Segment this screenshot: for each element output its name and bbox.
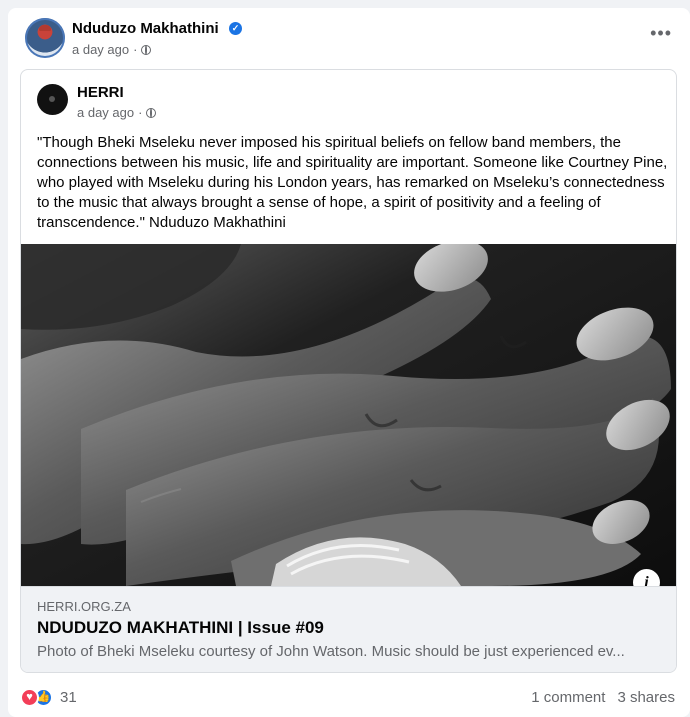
avatar-hat-shape — [39, 25, 51, 31]
reaction-count[interactable]: 31 — [60, 689, 77, 706]
globe-icon — [141, 44, 152, 55]
shared-post: HERRI a day ago · "Though Bheki Mseleku … — [20, 69, 677, 673]
verified-badge-icon: ✓ — [229, 22, 242, 35]
reactions-summary[interactable]: ♥ 👍 31 — [20, 687, 77, 707]
shared-post-timestamp[interactable]: a day ago — [77, 105, 134, 120]
link-description: Photo of Bheki Mseleku courtesy of John … — [37, 643, 625, 660]
post-timestamp[interactable]: a day ago — [72, 42, 129, 57]
post-meta: a day ago · — [72, 42, 152, 57]
author-name[interactable]: Nduduzo Makhathini — [72, 20, 219, 37]
globe-icon — [146, 107, 157, 118]
love-reaction-icon: ♥ — [20, 687, 39, 707]
link-preview-card[interactable]: HERRI.ORG.ZA NDUDUZO MAKHATHINI | Issue … — [21, 586, 676, 672]
link-domain: HERRI.ORG.ZA — [37, 599, 131, 614]
engagement-bar: ♥ 👍 31 1 comment 3 shares — [20, 686, 675, 708]
shares-count[interactable]: 3 shares — [617, 689, 675, 706]
author-avatar[interactable] — [25, 18, 65, 58]
comments-count[interactable]: 1 comment — [531, 689, 605, 706]
shared-post-meta: a day ago · — [77, 105, 157, 120]
shared-page-name[interactable]: HERRI — [77, 84, 124, 101]
hand-photo-graphic — [21, 244, 676, 586]
link-preview-image[interactable] — [21, 244, 676, 586]
page-avatar[interactable] — [37, 84, 68, 115]
meta-separator: · — [133, 42, 138, 57]
post-quote-text: "Though Bheki Mseleku never imposed his … — [37, 134, 668, 231]
link-title[interactable]: NDUDUZO MAKHATHINI | Issue #09 — [37, 618, 324, 638]
shared-meta-separator: · — [138, 105, 143, 120]
engagement-stats: 1 comment 3 shares — [531, 689, 675, 706]
reaction-icons: ♥ 👍 — [20, 687, 54, 707]
more-options-button[interactable]: ••• — [650, 24, 672, 42]
facebook-post: Nduduzo Makhathini ✓ a day ago · ••• HER… — [8, 8, 690, 717]
